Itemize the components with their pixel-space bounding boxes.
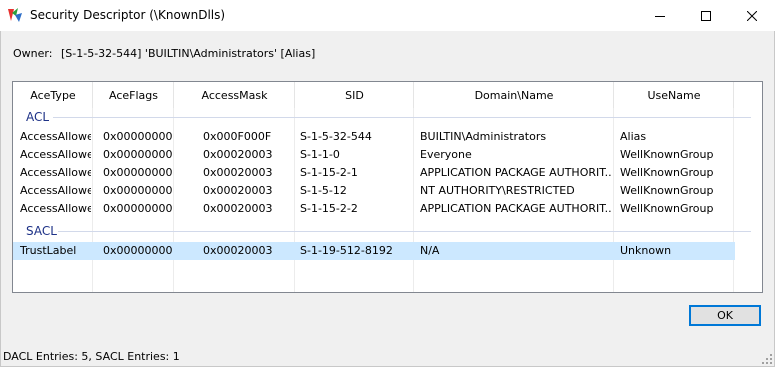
cell-sid: S-1-5-32-544 [300,130,372,143]
ok-button[interactable]: OK [689,305,761,326]
cell-accessmask: 0x00020003 [203,166,273,179]
cell-sid: S-1-5-12 [300,184,347,197]
cell-sid: S-1-1-0 [300,148,340,161]
cell-acetype: TrustLabel [20,244,77,257]
header-col-aceflags[interactable]: AceFlags [93,82,174,108]
cell-domain-name: NT AUTHORITY\RESTRICTED [420,184,575,197]
group-divider [53,117,751,118]
cell-sid: S-1-15-2-1 [300,166,358,179]
cell-usename: Unknown [620,244,672,257]
cell-usename: WellKnownGroup [620,202,714,215]
header-divider[interactable] [733,82,734,108]
minimize-icon [655,15,665,17]
group-divider [58,231,751,232]
cell-usename: WellKnownGroup [620,148,714,161]
cell-domain-name: APPLICATION PACKAGE AUTHORIT... [420,166,612,179]
list-header: AceType AceFlags AccessMask SID Domain\Name U… [13,82,762,108]
window-title: Security Descriptor (\KnownDlls) [30,8,226,22]
group-header-acl[interactable]: ACL [13,110,762,124]
cell-aceflags: 0x00000000 [103,244,172,257]
table-row[interactable]: TrustLabel 0x00000000 0x00020003 S-1-19-512… [13,242,735,260]
cell-acetype: AccessAllowed [20,148,91,161]
header-col-domain-name[interactable]: Domain\Name [414,82,614,108]
cell-aceflags: 0x00000000 [103,130,172,143]
cell-usename: Alias [620,130,647,143]
cell-sid: S-1-19-512-8192 [300,244,393,257]
cell-accessmask: 0x000F000F [203,130,272,143]
cell-domain-name: APPLICATION PACKAGE AUTHORIT... [420,202,612,215]
ace-list-view[interactable]: AceType AceFlags AccessMask SID Domain\Name U… [12,81,763,293]
owner-label: Owner: [13,47,53,60]
group-label: ACL [26,110,50,124]
cell-aceflags: 0x00000000 [103,166,172,179]
cell-accessmask: 0x00020003 [203,202,273,215]
table-row[interactable]: AccessAllowed 0x00000000 0x00020003 S-1-1-0… [13,146,735,164]
cell-domain-name: BUILTIN\Administrators [420,130,547,143]
cell-accessmask: 0x00020003 [203,244,273,257]
header-col-accessmask[interactable]: AccessMask [174,82,295,108]
cell-aceflags: 0x00000000 [103,148,172,161]
group-label: SACL [26,224,57,238]
group-header-sacl[interactable]: SACL [13,224,762,238]
cell-usename: WellKnownGroup [620,184,714,197]
title-bar[interactable]: Security Descriptor (\KnownDlls) [0,0,775,31]
cell-domain-name: N/A [420,244,440,257]
table-row[interactable]: AccessAllowed 0x00000000 0x00020003 S-1-15-… [13,200,735,218]
header-col-acetype[interactable]: AceType [13,82,93,108]
cell-acetype: AccessAllowed [20,184,91,197]
minimize-button[interactable] [637,0,683,31]
cell-domain-name: Everyone [420,148,472,161]
table-row[interactable]: AccessAllowed 0x00000000 0x00020003 S-1-15-… [13,164,735,182]
cell-aceflags: 0x00000000 [103,184,172,197]
header-col-sid[interactable]: SID [295,82,414,108]
maximize-button[interactable] [683,0,729,31]
status-text: DACL Entries: 5, SACL Entries: 1 [3,350,180,363]
close-button[interactable] [729,0,775,31]
cell-acetype: AccessAllowed [20,202,91,215]
cell-aceflags: 0x00000000 [103,202,172,215]
maximize-icon [701,10,711,21]
table-row[interactable]: AccessAllowed 0x00000000 0x00020003 S-1-5-1… [13,182,735,200]
cell-sid: S-1-15-2-2 [300,202,358,215]
close-icon [747,10,757,21]
resize-grip-icon[interactable] [761,353,773,365]
cell-acetype: AccessAllowed [20,130,91,143]
owner-value: [S-1-5-32-544] 'BUILTIN\Administrators' … [61,47,316,60]
header-col-usename[interactable]: UseName [614,82,734,108]
cell-acetype: AccessAllowed [20,166,91,179]
security-app-icon [7,7,23,23]
cell-accessmask: 0x00020003 [203,148,273,161]
table-row[interactable]: AccessAllowed 0x00000000 0x000F000F S-1-5-3… [13,128,735,146]
cell-usename: WellKnownGroup [620,166,714,179]
cell-accessmask: 0x00020003 [203,184,273,197]
